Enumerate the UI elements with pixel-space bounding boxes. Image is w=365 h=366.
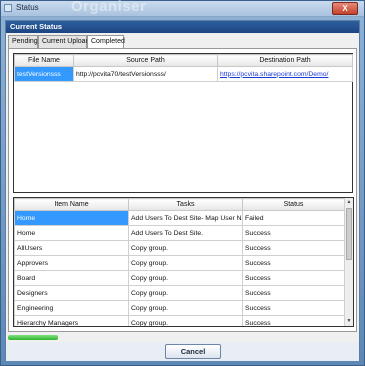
table-row[interactable]: Board Copy group. Success xyxy=(14,270,345,286)
footer-bar: Cancel xyxy=(6,342,359,361)
table-row[interactable]: Designers Copy group. Success xyxy=(14,285,345,301)
task-cell[interactable]: Copy group. xyxy=(128,285,243,301)
status-cell[interactable]: Success xyxy=(242,285,345,301)
title-bar: Status Organiser X xyxy=(1,0,364,17)
status-cell[interactable]: Success xyxy=(242,300,345,316)
status-cell[interactable]: Success xyxy=(242,255,345,271)
column-header-tasks[interactable]: Tasks xyxy=(128,198,243,211)
app-icon xyxy=(4,4,12,12)
destination-path-link[interactable]: https://pcvita.sharepoint.com/Demo/ xyxy=(217,66,353,82)
item-name-cell[interactable]: AllUsers xyxy=(14,240,129,256)
item-name-cell[interactable]: Home xyxy=(14,210,129,226)
items-vertical-scrollbar[interactable]: ▲ ▼ xyxy=(344,198,353,326)
column-header-status[interactable]: Status xyxy=(242,198,345,211)
table-row[interactable]: AllUsers Copy group. Success xyxy=(14,240,345,256)
column-header-file-name[interactable]: File Name xyxy=(14,54,74,67)
files-grid: File Name Source Path Destination Path t… xyxy=(13,53,353,193)
window-title: Status xyxy=(16,3,39,12)
item-name-cell[interactable]: Board xyxy=(14,270,129,286)
file-name-cell[interactable]: testVersionsss xyxy=(14,66,74,82)
table-row[interactable]: Home Add Users To Dest Site- Map User Na… xyxy=(14,210,345,226)
items-header-row: Item Name Tasks Status xyxy=(14,198,345,211)
status-cell[interactable]: Success xyxy=(242,270,345,286)
tab-pending[interactable]: Pending xyxy=(8,35,38,48)
table-row[interactable]: Engineering Copy group. Success xyxy=(14,300,345,316)
content-area: Current Status Pending Current Upload Co… xyxy=(5,20,360,361)
files-table: File Name Source Path Destination Path t… xyxy=(14,54,353,82)
status-cell[interactable]: Success xyxy=(242,315,345,326)
item-name-cell[interactable]: Home xyxy=(14,225,129,241)
table-row[interactable]: Home Add Users To Dest Site. Success xyxy=(14,225,345,241)
tab-current-upload[interactable]: Current Upload xyxy=(38,35,89,48)
column-header-destination-path[interactable]: Destination Path xyxy=(217,54,353,67)
task-cell[interactable]: Add Users To Dest Site- Map User Na... xyxy=(128,210,243,226)
background-app-title: Organiser xyxy=(71,0,147,15)
task-cell[interactable]: Add Users To Dest Site. xyxy=(128,225,243,241)
status-cell[interactable]: Success xyxy=(242,240,345,256)
status-cell[interactable]: Success xyxy=(242,225,345,241)
source-path-cell[interactable]: http://pcvita70/testVersionsss/ xyxy=(73,66,218,82)
table-row[interactable]: testVersionsss http://pcvita70/testVersi… xyxy=(14,66,353,82)
status-window: Status Organiser X Current Status Pendin… xyxy=(0,0,365,366)
scroll-up-icon[interactable]: ▲ xyxy=(345,198,353,207)
scroll-thumb[interactable] xyxy=(346,208,352,260)
column-header-item-name[interactable]: Item Name xyxy=(14,198,129,211)
task-cell[interactable]: Copy group. xyxy=(128,315,243,326)
item-name-cell[interactable]: Approvers xyxy=(14,255,129,271)
scroll-down-icon[interactable]: ▼ xyxy=(345,317,353,326)
column-header-source-path[interactable]: Source Path xyxy=(73,54,218,67)
item-name-cell[interactable]: Engineering xyxy=(14,300,129,316)
items-grid: Item Name Tasks Status Home Add Users To… xyxy=(13,197,354,327)
task-cell[interactable]: Copy group. xyxy=(128,300,243,316)
tab-completed[interactable]: Completed xyxy=(87,35,125,49)
files-header-row: File Name Source Path Destination Path xyxy=(14,54,353,67)
task-cell[interactable]: Copy group. xyxy=(128,255,243,271)
table-row[interactable]: Approvers Copy group. Success xyxy=(14,255,345,271)
status-cell[interactable]: Failed xyxy=(242,210,345,226)
item-name-cell[interactable]: Designers xyxy=(14,285,129,301)
task-cell[interactable]: Copy group. xyxy=(128,240,243,256)
cancel-button[interactable]: Cancel xyxy=(165,344,221,359)
items-table: Item Name Tasks Status Home Add Users To… xyxy=(14,198,345,326)
completed-panel: File Name Source Path Destination Path t… xyxy=(8,48,357,332)
progress-indicator xyxy=(8,335,58,340)
table-row[interactable]: Hierarchy Managers Copy group. Success xyxy=(14,315,345,326)
section-header: Current Status xyxy=(6,21,359,33)
item-name-cell[interactable]: Hierarchy Managers xyxy=(14,315,129,326)
close-button[interactable]: X xyxy=(332,2,358,15)
task-cell[interactable]: Copy group. xyxy=(128,270,243,286)
